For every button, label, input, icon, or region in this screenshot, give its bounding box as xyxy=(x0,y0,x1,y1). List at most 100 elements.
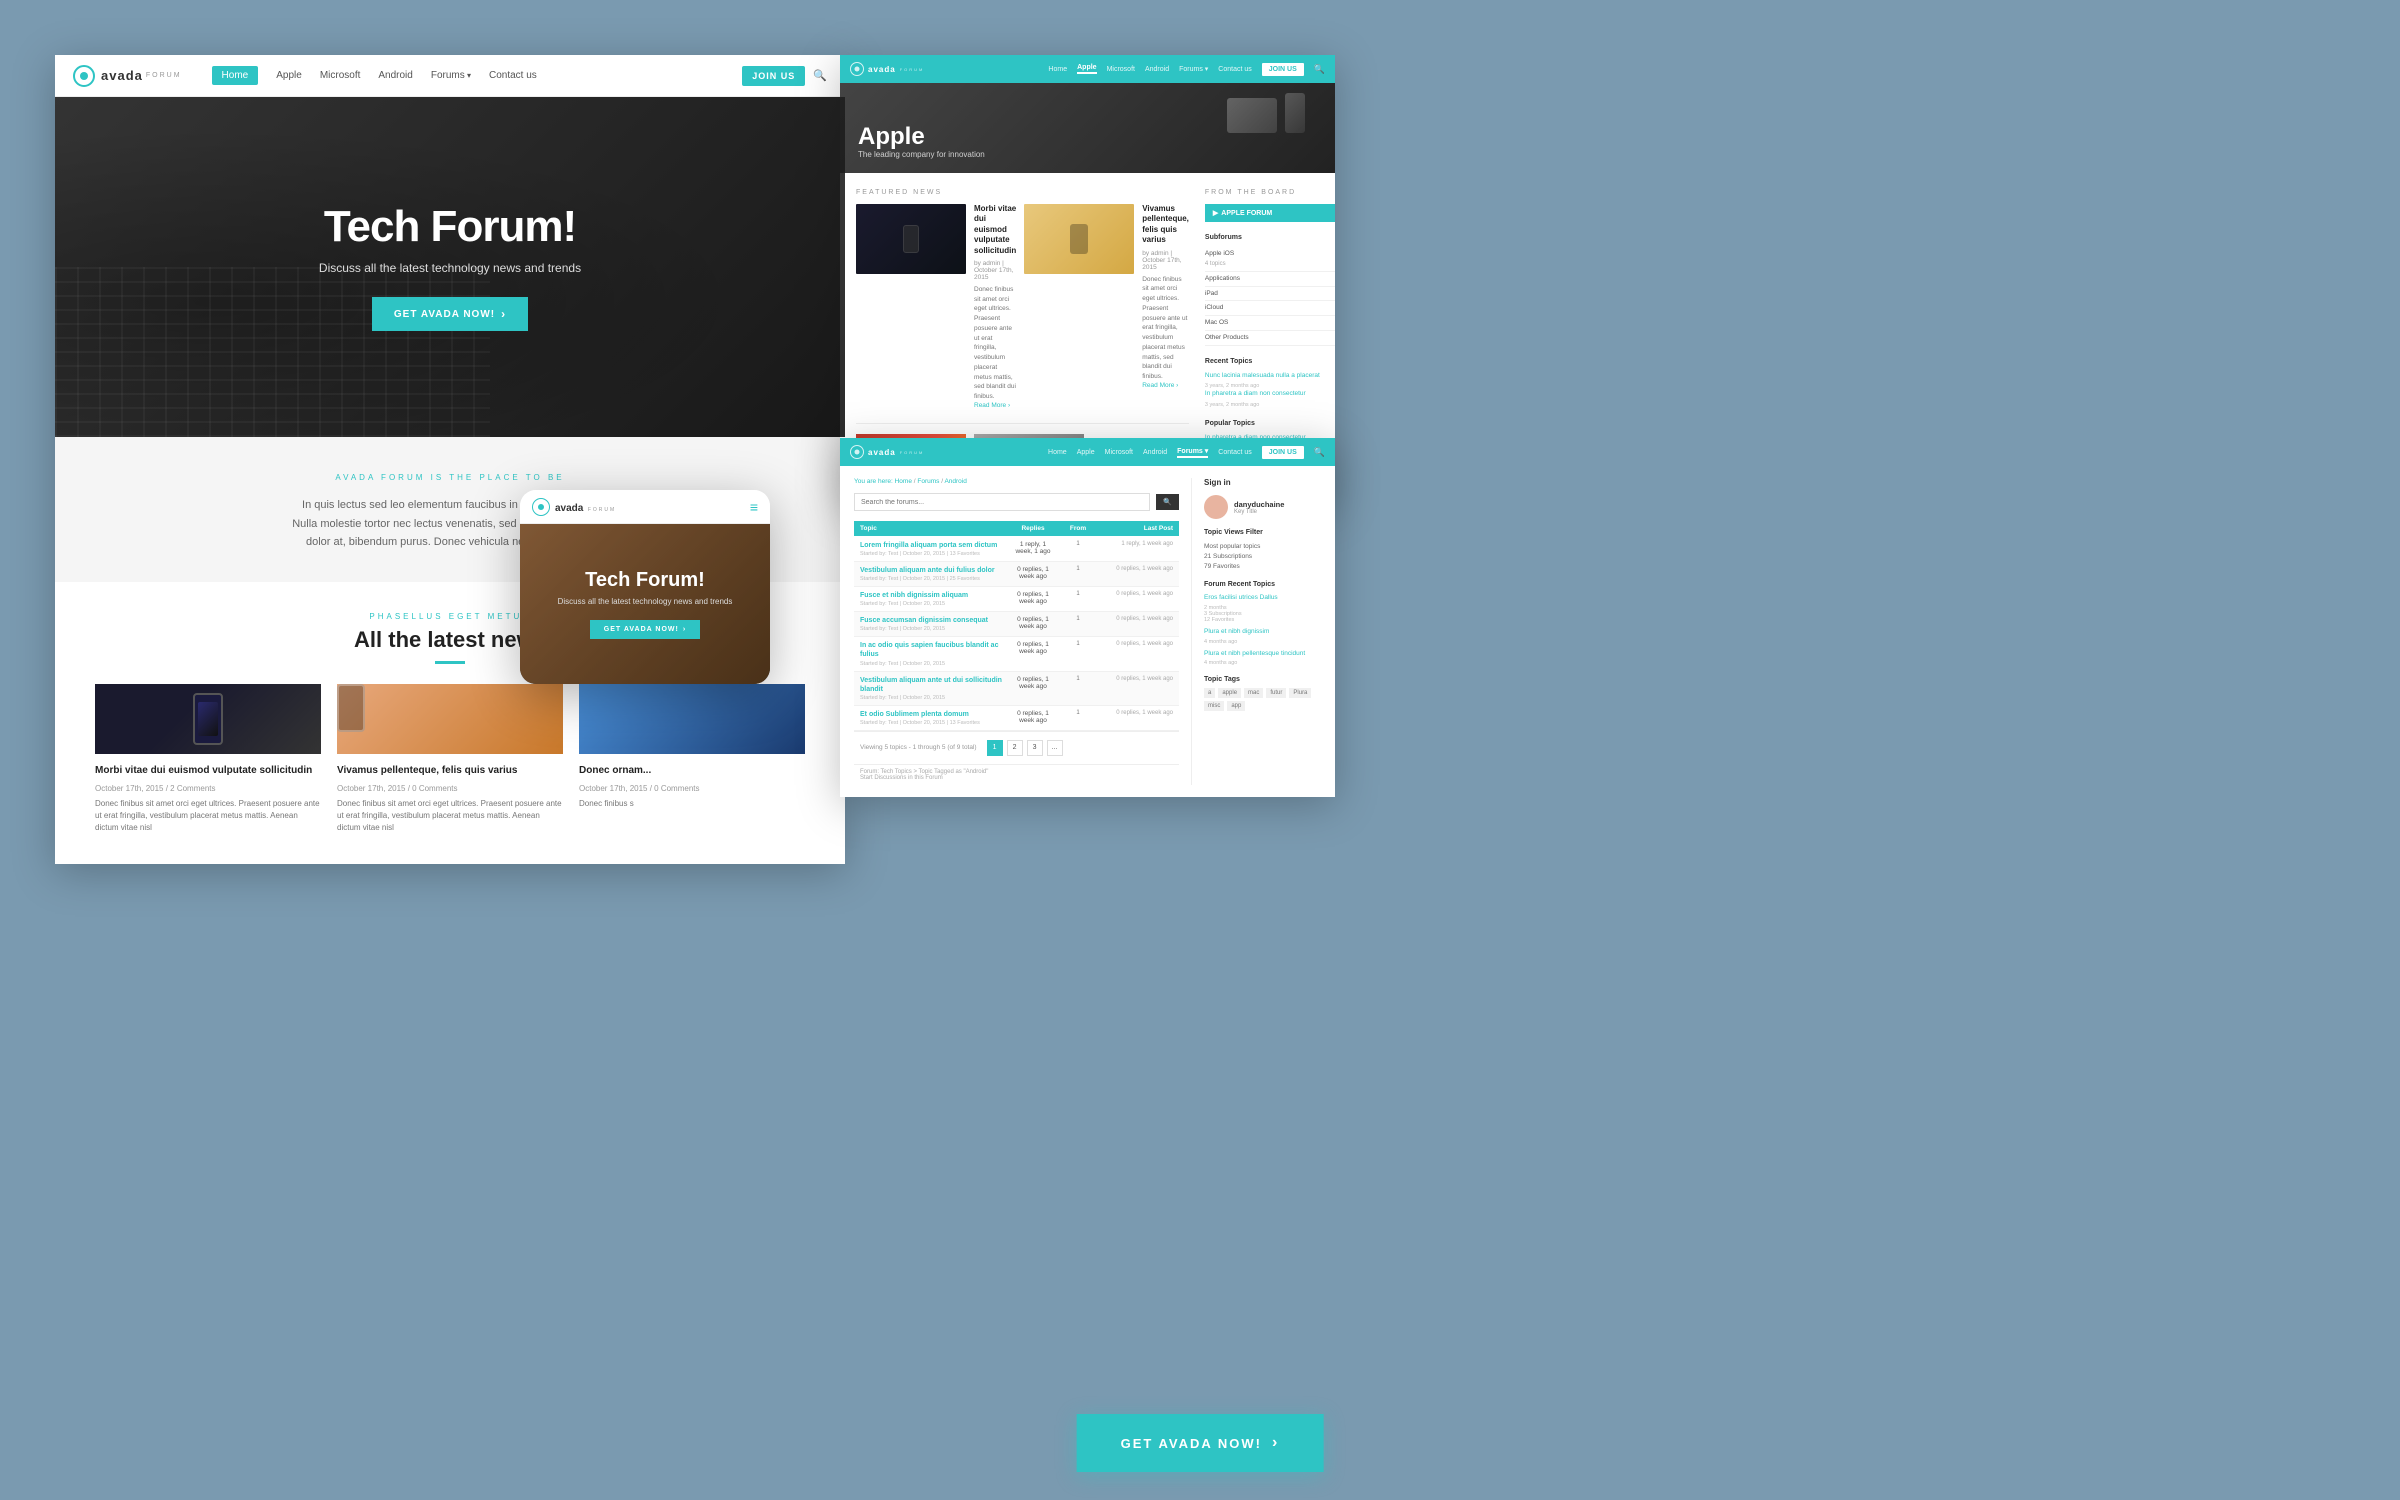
apple-read-more-2[interactable]: Read More › xyxy=(1142,382,1189,389)
nav-link-home[interactable]: Home xyxy=(212,66,259,85)
forums-tag-a[interactable]: a xyxy=(1204,688,1215,698)
table-row: Et odio Sublimem plenta domum Started by… xyxy=(854,706,1179,731)
get-avada-button[interactable]: GeT AvadA Now! › xyxy=(1077,1414,1324,1472)
forums-main: You are here: Home / Forums / Android 🔍 … xyxy=(854,478,1191,785)
forums-recent-topic-2[interactable]: Plura et nibh dignissim xyxy=(1204,627,1321,637)
apple-recent-topic-2[interactable]: In pharetra a diam non consectetur xyxy=(1205,389,1335,399)
forums-filter-subscriptions[interactable]: 21 Subscriptions xyxy=(1204,551,1321,561)
main-nav-logo: avada FORUM xyxy=(73,65,182,87)
nav-search-icon[interactable]: 🔍 xyxy=(813,69,827,82)
forums-tags-section: Topic Tags a apple mac futur Plura misc … xyxy=(1204,676,1321,711)
apple-forum-button[interactable]: ▶ APPLE FORUM xyxy=(1205,204,1335,222)
forums-nav-home[interactable]: Home xyxy=(1048,449,1067,456)
forums-recent-topic-1-meta: 2 months3 Subscriptions12 Favorites xyxy=(1204,605,1321,623)
apple-recent-topic-1[interactable]: Nunc lacinia malesuada nulla a placerat xyxy=(1205,371,1335,381)
forums-recent-topic-3[interactable]: Plura et nibh pellentesque tincidunt xyxy=(1204,649,1321,659)
apple-feat-card-2: Vivamus pellenteque, felis quis varius b… xyxy=(1142,204,1189,409)
forums-breadcrumb-android[interactable]: Android xyxy=(944,478,966,485)
forums-topic-4-title[interactable]: Fusce accumsan dignissim consequat xyxy=(860,616,1013,625)
forums-topic-7-from: 1 xyxy=(1053,710,1103,716)
forums-page-3[interactable]: 3 xyxy=(1027,740,1043,756)
apple-nav-contact[interactable]: Contact us xyxy=(1218,66,1251,73)
nav-join-button[interactable]: JOIN US xyxy=(742,66,805,86)
forums-nav-forums[interactable]: Forums ▾ xyxy=(1177,447,1208,458)
apple-nav-home[interactable]: Home xyxy=(1048,66,1067,73)
nav-link-microsoft[interactable]: Microsoft xyxy=(320,70,361,81)
hero-title: Tech Forum! xyxy=(319,203,581,251)
forums-topic-2-title[interactable]: Vestibulum aliquam ante dui fulius dolor xyxy=(860,566,1013,575)
forums-topic-5-from: 1 xyxy=(1053,641,1103,647)
forums-nav-join[interactable]: JOIN US xyxy=(1262,446,1304,459)
apple-nav-forums[interactable]: Forums ▾ xyxy=(1179,65,1208,73)
forums-topic-1-from: 1 xyxy=(1053,541,1103,547)
news-card-1-meta: October 17th, 2015 / 2 Comments xyxy=(95,784,321,793)
forums-tag-mac[interactable]: mac xyxy=(1244,688,1263,698)
forums-filter-popular[interactable]: Most popular topics xyxy=(1204,541,1321,551)
forums-search-input[interactable] xyxy=(854,493,1150,511)
forums-nav-search-icon[interactable]: 🔍 xyxy=(1314,447,1325,458)
forums-topic-5-last: 0 replies, 1 week ago xyxy=(1103,641,1173,647)
apple-subforum-apps[interactable]: Applications xyxy=(1205,272,1335,287)
nav-link-forums[interactable]: Forums xyxy=(431,70,471,81)
apple-logo-text: avada xyxy=(868,65,896,74)
apple-nav-links: Home Apple Microsoft Android Forums ▾ Co… xyxy=(934,63,1325,76)
forums-username: danyduchaine xyxy=(1234,500,1284,509)
apple-recent-topic-2-meta: 3 years, 2 months ago xyxy=(1205,402,1335,408)
apple-nav: avada FORUM Home Apple Microsoft Android… xyxy=(840,55,1335,83)
nav-link-apple[interactable]: Apple xyxy=(276,70,302,81)
intro-eyebrow: AVADA FORUM IS THE PLACE TO BE xyxy=(115,473,785,482)
forums-topic-6-title[interactable]: Vestibulum aliquam ante ut dui sollicitu… xyxy=(860,676,1013,694)
forums-nav-microsoft[interactable]: Microsoft xyxy=(1105,449,1133,456)
news-card-2-image xyxy=(337,684,563,754)
forums-topic-7-last: 0 replies, 1 week ago xyxy=(1103,710,1173,716)
apple-subforum-macos[interactable]: Mac OS xyxy=(1205,316,1335,331)
forums-nav-apple[interactable]: Apple xyxy=(1077,449,1095,456)
forums-topic-7-title[interactable]: Et odio Sublimem plenta domum xyxy=(860,710,1013,719)
apple-subforum-ipad[interactable]: iPad xyxy=(1205,287,1335,302)
forums-topic-3-title[interactable]: Fusce et nibh dignissim aliquam xyxy=(860,591,1013,600)
mobile-hero-title: Tech Forum! xyxy=(558,569,733,591)
apple-subforum-ios[interactable]: Apple iOS4 topics xyxy=(1205,247,1335,272)
mobile-logo-icon xyxy=(532,498,550,516)
forums-topic-1-title[interactable]: Lorem fringilla aliquam porta sem dictum xyxy=(860,541,1013,550)
forums-breadcrumb-home[interactable]: You are here: Home xyxy=(854,478,912,485)
nav-link-contact[interactable]: Contact us xyxy=(489,70,537,81)
apple-nav-microsoft[interactable]: Microsoft xyxy=(1107,66,1135,73)
mobile-hero-cta[interactable]: GET AVADA NOW! › xyxy=(590,620,700,639)
forums-page-1[interactable]: 1 xyxy=(987,740,1003,756)
apple-nav-search-icon[interactable]: 🔍 xyxy=(1314,64,1325,75)
apple-feat-meta-2: by admin | October 17th, 2015 xyxy=(1142,250,1189,271)
forums-topic-4-from: 1 xyxy=(1053,616,1103,622)
news-card-3: Donec ornam... October 17th, 2015 / 0 Co… xyxy=(579,684,805,834)
apple-read-more-1[interactable]: Read More › xyxy=(974,402,1016,409)
forums-tag-app[interactable]: app xyxy=(1227,701,1245,711)
forums-tag-misc[interactable]: misc xyxy=(1204,701,1224,711)
main-nav-links: Home Apple Microsoft Android Forums Cont… xyxy=(212,66,743,85)
forums-topic-5-title[interactable]: In ac odio quis sapien faucibus blandit … xyxy=(860,641,1013,659)
news-card-3-meta: October 17th, 2015 / 0 Comments xyxy=(579,784,805,793)
forums-breadcrumb-forums[interactable]: Forums xyxy=(917,478,939,485)
hero-cta-button[interactable]: GET AVADA NOW! › xyxy=(372,297,528,331)
forums-recent-topic-1[interactable]: Eros facilisi utrices Dallus xyxy=(1204,593,1321,603)
forums-nav-contact[interactable]: Contact us xyxy=(1218,449,1251,456)
apple-feat-card-1: Morbi vitae dui euismod vulputate sollic… xyxy=(974,204,1016,409)
forums-tag-apple[interactable]: apple xyxy=(1218,688,1241,698)
forums-search-button[interactable]: 🔍 xyxy=(1156,494,1179,510)
nav-link-android[interactable]: Android xyxy=(378,70,412,81)
mobile-hamburger-icon[interactable]: ≡ xyxy=(750,499,758,515)
news-card-3-image xyxy=(579,684,805,754)
apple-subforum-icloud[interactable]: iCloud xyxy=(1205,301,1335,316)
apple-nav-join[interactable]: JOIN US xyxy=(1262,63,1304,76)
forums-tag-plura[interactable]: Plura xyxy=(1289,688,1311,698)
apple-nav-android[interactable]: Android xyxy=(1145,66,1169,73)
forums-tag-futur[interactable]: futur xyxy=(1266,688,1286,698)
forums-tags-wrap: a apple mac futur Plura misc app xyxy=(1204,688,1321,711)
forums-nav-android[interactable]: Android xyxy=(1143,449,1167,456)
apple-nav-apple[interactable]: Apple xyxy=(1077,64,1096,74)
apple-popular-topics-label: Popular Topics xyxy=(1205,420,1335,427)
apple-subforum-other[interactable]: Other Products xyxy=(1205,331,1335,346)
forums-page-2[interactable]: 2 xyxy=(1007,740,1023,756)
forums-topic-4-meta: Started by: Test | October 20, 2015 xyxy=(860,626,1013,632)
forums-table-header: Topic Replies From Last Post xyxy=(854,521,1179,536)
forums-filter-favorites[interactable]: 79 Favorites xyxy=(1204,561,1321,571)
